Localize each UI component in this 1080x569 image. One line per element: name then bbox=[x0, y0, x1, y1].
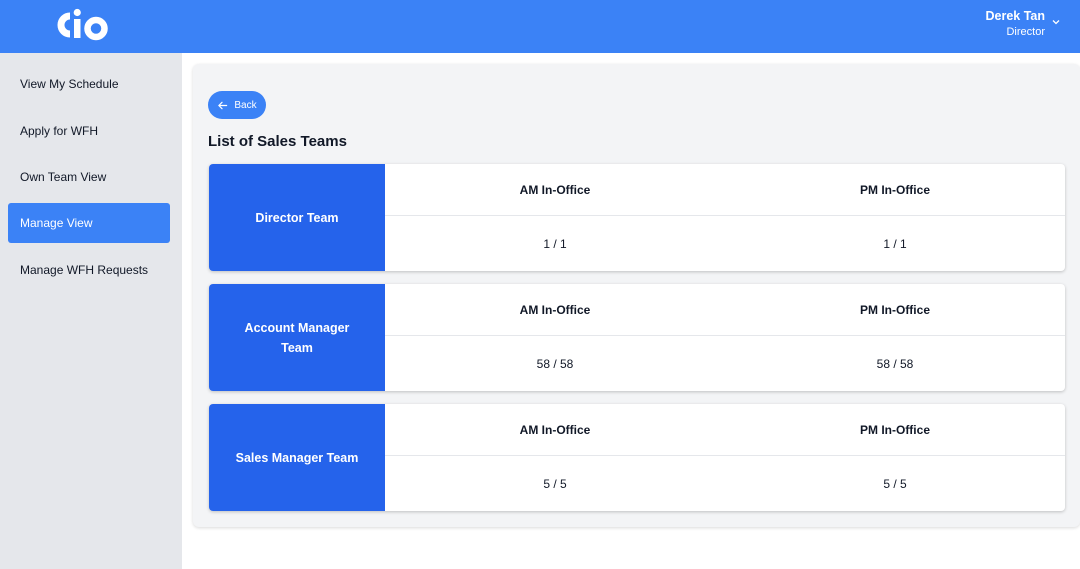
am-in-office-value: 1 / 1 bbox=[543, 237, 567, 251]
table-header-row: AM In-Office PM In-Office bbox=[385, 404, 1065, 456]
table-header-row: AM In-Office PM In-Office bbox=[385, 164, 1065, 216]
table-header-row: AM In-Office PM In-Office bbox=[385, 284, 1065, 336]
back-button[interactable]: Back bbox=[208, 91, 266, 119]
cio-logo[interactable] bbox=[54, 6, 110, 44]
table-row: 58 / 58 58 / 58 bbox=[385, 337, 1065, 391]
am-in-office-header: AM In-Office bbox=[519, 302, 591, 317]
arrow-left-icon bbox=[218, 101, 228, 109]
am-in-office-header: AM In-Office bbox=[519, 422, 591, 437]
user-name: Derek Tan bbox=[985, 9, 1045, 23]
team-name: Director Team bbox=[209, 164, 385, 271]
team-attendance-table: AM In-Office PM In-Office 5 / 5 5 / 5 bbox=[385, 404, 1065, 511]
sidebar-item-apply-for-wfh[interactable]: Apply for WFH bbox=[8, 111, 170, 151]
am-in-office-value: 58 / 58 bbox=[536, 357, 574, 371]
main-panel: Back List of Sales Teams Director Team A… bbox=[193, 64, 1080, 527]
team-card-director[interactable]: Director Team AM In-Office PM In-Office … bbox=[209, 164, 1065, 271]
team-attendance-table: AM In-Office PM In-Office 1 / 1 1 / 1 bbox=[385, 164, 1065, 271]
sidebar-item-manage-view[interactable]: Manage View bbox=[8, 203, 170, 243]
team-card-sales-manager[interactable]: Sales Manager Team AM In-Office PM In-Of… bbox=[209, 404, 1065, 511]
am-in-office-value: 5 / 5 bbox=[543, 477, 567, 491]
team-name: Account Manager Team bbox=[209, 284, 385, 391]
am-in-office-header: AM In-Office bbox=[519, 182, 591, 197]
pm-in-office-header: PM In-Office bbox=[859, 422, 930, 437]
back-button-label: Back bbox=[234, 99, 257, 111]
pm-in-office-value: 5 / 5 bbox=[883, 477, 907, 491]
pm-in-office-header: PM In-Office bbox=[859, 302, 930, 317]
user-menu[interactable]: Derek Tan Director bbox=[985, 9, 1045, 40]
team-card-account-manager[interactable]: Account Manager Team AM In-Office PM In-… bbox=[209, 284, 1065, 391]
sidebar: View My Schedule Apply for WFH Own Team … bbox=[0, 53, 182, 569]
team-attendance-table: AM In-Office PM In-Office 58 / 58 58 / 5… bbox=[385, 284, 1065, 391]
chevron-down-icon[interactable] bbox=[1051, 17, 1061, 27]
pm-in-office-value: 58 / 58 bbox=[876, 357, 914, 371]
sidebar-item-view-my-schedule[interactable]: View My Schedule bbox=[8, 64, 170, 104]
page-title: List of Sales Teams bbox=[208, 133, 347, 150]
table-row: 5 / 5 5 / 5 bbox=[385, 457, 1065, 511]
top-header: Derek Tan Director bbox=[0, 0, 1080, 53]
user-role: Director bbox=[1006, 26, 1045, 38]
sidebar-item-manage-wfh-requests[interactable]: Manage WFH Requests bbox=[8, 250, 170, 290]
team-name: Sales Manager Team bbox=[209, 404, 385, 511]
table-row: 1 / 1 1 / 1 bbox=[385, 217, 1065, 271]
pm-in-office-value: 1 / 1 bbox=[883, 237, 907, 251]
pm-in-office-header: PM In-Office bbox=[859, 182, 930, 197]
sidebar-item-own-team-view[interactable]: Own Team View bbox=[8, 157, 170, 197]
